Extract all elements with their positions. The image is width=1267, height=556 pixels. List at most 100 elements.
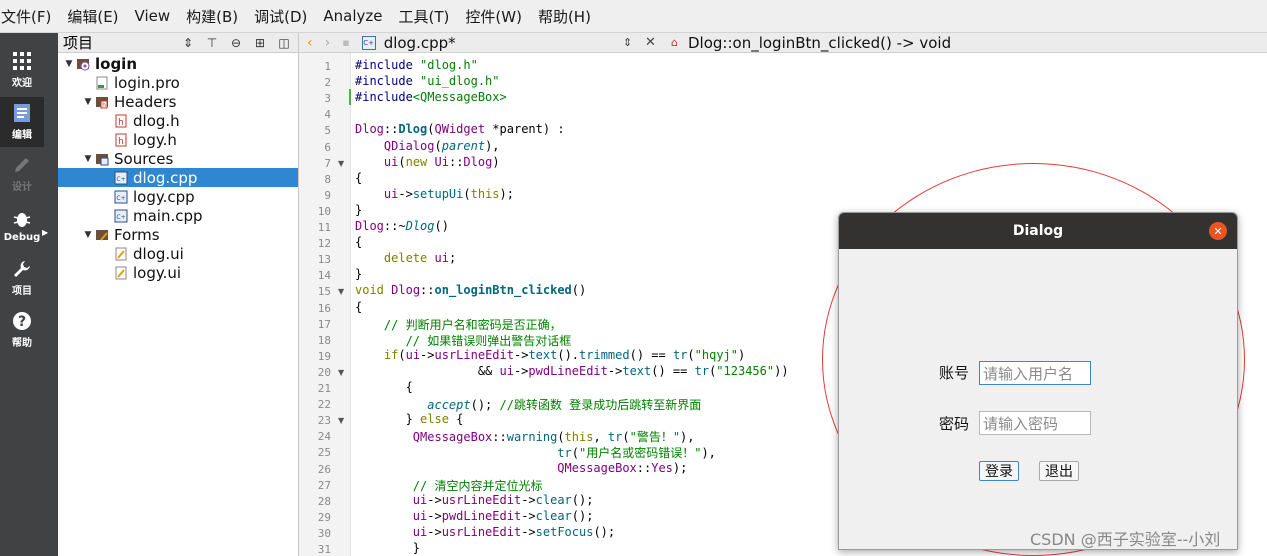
menu-help[interactable]: 帮助(H) bbox=[530, 6, 599, 27]
code-line: ui->setupUi(this); bbox=[355, 187, 514, 201]
symbol-selector[interactable]: Dlog::on_loginBtn_clicked() -> void bbox=[688, 34, 951, 52]
mode-welcome[interactable]: 欢迎 bbox=[0, 45, 44, 95]
mode-debug[interactable]: Debug bbox=[0, 201, 44, 251]
file-dropdown-icon[interactable]: ⇕ bbox=[623, 36, 632, 49]
code-token: tr bbox=[607, 430, 623, 445]
tree-item[interactable]: ▼ Sources bbox=[58, 149, 298, 168]
code-token: "123456" bbox=[716, 363, 775, 378]
code-token: warning bbox=[506, 430, 558, 445]
code-token: ( bbox=[622, 430, 630, 445]
tree-item[interactable]: h logy.h bbox=[58, 130, 298, 149]
back-icon[interactable]: ‹ bbox=[307, 35, 313, 51]
code-token: Dlog bbox=[463, 154, 493, 169]
editor-toolbar: ‹ › ▪ C+ dlog.cpp* ⇕ ✕ ⌂ Dlog::on_loginB… bbox=[299, 33, 1267, 53]
menu-build[interactable]: 构建(B) bbox=[178, 6, 246, 27]
tree-item[interactable]: ▼ login bbox=[58, 54, 298, 73]
code-token: text bbox=[622, 363, 652, 378]
password-label: 密码 bbox=[939, 415, 970, 433]
menu-tools[interactable]: 工具(T) bbox=[391, 6, 458, 27]
close-pane-icon[interactable]: ◫ bbox=[272, 33, 296, 53]
tree-item[interactable]: C+ main.cpp bbox=[58, 206, 298, 225]
code-token: ), bbox=[680, 430, 695, 445]
expand-arrow-icon[interactable]: ▼ bbox=[62, 59, 76, 69]
code-token: "hqyj" bbox=[694, 347, 739, 362]
sort-updown-icon[interactable]: ⇕ bbox=[176, 33, 200, 53]
code-token: -> bbox=[521, 524, 536, 539]
fold-arrow-icon[interactable]: ▼ bbox=[338, 368, 344, 377]
login-button[interactable]: 登录 bbox=[979, 461, 1019, 481]
code-token: { bbox=[448, 412, 464, 427]
mode-projects[interactable]: 项目 bbox=[0, 253, 44, 303]
code-token: delete bbox=[383, 251, 428, 266]
line-number: 12 bbox=[317, 237, 331, 251]
menu-widgets[interactable]: 控件(W) bbox=[457, 6, 530, 27]
code-token: (); bbox=[593, 524, 616, 539]
tree-item[interactable]: ▼ h Headers bbox=[58, 92, 298, 111]
code-token: } bbox=[355, 541, 421, 555]
project-icon bbox=[76, 57, 90, 71]
menu-debug[interactable]: 调试(D) bbox=[246, 6, 315, 27]
menu-view[interactable]: View bbox=[127, 7, 179, 25]
line-number: 8 bbox=[324, 172, 331, 186]
expand-arrow-icon[interactable]: ▼ bbox=[81, 154, 95, 164]
fold-arrow-icon[interactable]: ▼ bbox=[338, 416, 344, 425]
tree-item[interactable]: ▼ Forms bbox=[58, 225, 298, 244]
exit-button[interactable]: 退出 bbox=[1039, 461, 1079, 481]
menu-file[interactable]: 文件(F) bbox=[0, 6, 59, 27]
line-number: 27 bbox=[317, 478, 331, 492]
password-input[interactable]: 请输入密码 bbox=[979, 411, 1091, 435]
code-token: void bbox=[355, 283, 384, 298]
mode-edit[interactable]: 编辑 bbox=[0, 97, 44, 147]
fold-arrow-icon[interactable]: ▼ bbox=[338, 287, 344, 296]
code-line: { bbox=[355, 235, 362, 249]
line-number: 3 bbox=[324, 92, 331, 106]
open-file-tab[interactable]: dlog.cpp* bbox=[384, 34, 456, 52]
link-icon[interactable]: ⊖ bbox=[224, 33, 248, 53]
close-file-icon[interactable]: ✕ bbox=[645, 35, 656, 50]
dialog-titlebar: Dialog ✕ bbox=[839, 213, 1237, 249]
menubar: 文件(F) 编辑(E) View 构建(B) 调试(D) Analyze 工具(… bbox=[0, 0, 1267, 33]
filter-icon[interactable]: ⊤ bbox=[200, 33, 224, 53]
expand-arrow-icon[interactable]: ▼ bbox=[81, 230, 95, 240]
menu-analyze[interactable]: Analyze bbox=[315, 7, 390, 25]
close-icon[interactable]: ✕ bbox=[1209, 222, 1227, 240]
code-token: //跳转函数 登录成功后跳转至新界面 bbox=[499, 398, 702, 413]
mode-design[interactable]: 设计 bbox=[0, 149, 44, 199]
tree-item[interactable]: login.pro bbox=[58, 73, 298, 92]
menu-edit[interactable]: 编辑(E) bbox=[59, 6, 126, 27]
tree-item[interactable]: logy.ui bbox=[58, 263, 298, 282]
code-line: } bbox=[355, 267, 362, 281]
mode-help[interactable]: ? 帮助 bbox=[0, 305, 44, 355]
tree-item[interactable]: C+ logy.cpp bbox=[58, 187, 298, 206]
split-add-icon[interactable]: ⊞ bbox=[248, 33, 272, 53]
code-token: () == bbox=[651, 363, 695, 378]
cpp-file-icon: C+ bbox=[114, 171, 128, 185]
code-line: // 判断用户名和密码是否正确， bbox=[355, 316, 562, 333]
code-token: new bbox=[405, 154, 428, 169]
code-token: -> bbox=[521, 492, 536, 507]
project-pane-title: 项目 bbox=[63, 34, 94, 52]
expand-arrow-icon[interactable]: ▼ bbox=[81, 97, 95, 107]
code-token: parent bbox=[441, 138, 486, 153]
forward-icon[interactable]: › bbox=[325, 35, 331, 51]
code-token: () bbox=[571, 283, 587, 298]
tree-item-label: Headers bbox=[114, 92, 177, 111]
code-line: } bbox=[355, 203, 362, 217]
account-input[interactable]: 请输入用户名 bbox=[979, 361, 1091, 385]
line-number: 18 bbox=[317, 333, 331, 347]
code-token: ) bbox=[492, 154, 500, 169]
code-token: trimmed bbox=[579, 347, 630, 362]
tree-item[interactable]: h dlog.h bbox=[58, 111, 298, 130]
code-token: "dlog.h" bbox=[420, 58, 478, 72]
line-number: 7 bbox=[324, 156, 331, 170]
tree-item[interactable]: C+ dlog.cpp bbox=[58, 168, 298, 187]
debug-expand-icon[interactable]: ▶ bbox=[42, 228, 48, 237]
tree-item[interactable]: dlog.ui bbox=[58, 244, 298, 263]
tree-item-label: login bbox=[95, 54, 138, 73]
code-token: setFocus bbox=[535, 524, 594, 539]
fold-arrow-icon[interactable]: ▼ bbox=[338, 159, 344, 168]
code-token: else bbox=[420, 412, 449, 427]
